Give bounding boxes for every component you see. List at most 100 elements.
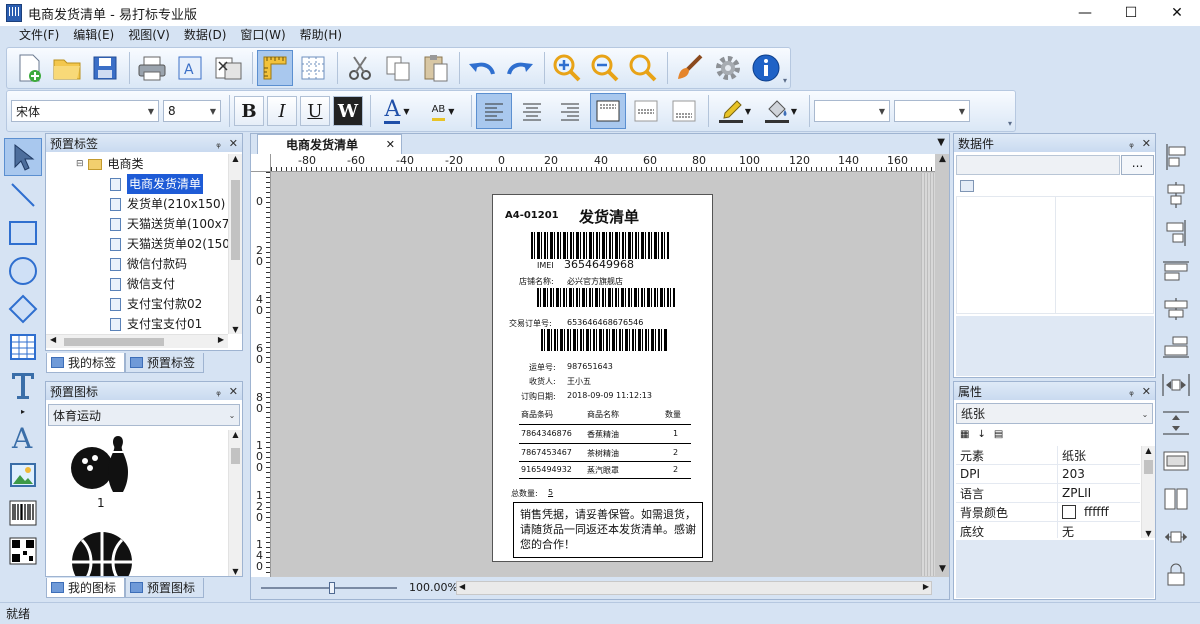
zoom-in-button[interactable]	[549, 50, 585, 86]
line-style-select[interactable]: ▼	[814, 100, 890, 122]
cut-button[interactable]	[342, 50, 378, 86]
tree-item[interactable]: 天猫送货单02(150	[76, 234, 228, 254]
close-icon[interactable]: ✕	[1142, 385, 1151, 398]
maximize-button[interactable]: ☐	[1108, 0, 1154, 26]
align-top-edge-button[interactable]	[1158, 252, 1194, 290]
scroll-up-icon[interactable]: ▲	[1142, 446, 1155, 455]
tree-item[interactable]: 微信支付	[76, 274, 228, 294]
same-width-button[interactable]	[1158, 518, 1194, 556]
undo-button[interactable]	[464, 50, 500, 86]
bold-button[interactable]: B	[234, 96, 264, 126]
collapse-icon[interactable]: ⊟	[76, 154, 84, 174]
text-tool[interactable]	[4, 366, 42, 404]
line-color-button[interactable]: ▼	[713, 93, 757, 129]
minimize-button[interactable]: —	[1062, 0, 1108, 26]
row-name[interactable]: 茶树精油	[587, 448, 619, 459]
pin-icon[interactable]: ᵩ	[1129, 385, 1134, 398]
menu-view[interactable]: 视图(V)	[121, 26, 177, 46]
order-value[interactable]: 653646468676546	[567, 318, 643, 327]
label-code[interactable]: A4-01201	[505, 210, 559, 221]
text-wrap-button[interactable]: W	[333, 96, 363, 126]
align-middle-v-button[interactable]	[1158, 290, 1194, 328]
tab-list-icon[interactable]: ▼	[937, 137, 945, 148]
align-right-edge-button[interactable]	[1158, 214, 1194, 252]
redo-button[interactable]	[502, 50, 538, 86]
vertical-scrollbar[interactable]: ▲ ▼	[1141, 446, 1155, 538]
tree-item[interactable]: 支付宝付款02	[76, 294, 228, 314]
row-qty[interactable]: 1	[673, 429, 678, 438]
scroll-right-icon[interactable]: ▶	[923, 582, 929, 591]
note-box[interactable]: 销售凭据，请妥善保管。如需退货，请随货品一同返还本发货清单。感谢您的合作！	[513, 502, 703, 558]
line-tool[interactable]	[4, 176, 42, 214]
lock-position-button[interactable]	[1158, 556, 1194, 594]
copy-button[interactable]	[380, 50, 416, 86]
scroll-left-icon[interactable]: ◀	[50, 335, 56, 344]
font-color-button[interactable]: A ▼	[375, 93, 419, 129]
menu-edit[interactable]: 编辑(E)	[66, 26, 121, 46]
distribute-h-button[interactable]	[1158, 366, 1194, 404]
ruler-toggle-button[interactable]	[256, 50, 293, 86]
align-center-h-button[interactable]	[1158, 176, 1194, 214]
row-code[interactable]: 9165494932	[521, 465, 572, 474]
select-tool[interactable]	[4, 138, 42, 176]
object-select[interactable]: 纸张 ⌄	[956, 403, 1153, 424]
scroll-thumb[interactable]	[1144, 460, 1153, 474]
more-tools-icon[interactable]: ▸	[4, 404, 42, 418]
order-barcode[interactable]	[541, 329, 667, 351]
document-tab[interactable]: 电商发货清单 ✕	[257, 134, 402, 154]
tree-item[interactable]: 发货单(210x150)	[76, 194, 228, 214]
highlight-color-button[interactable]: AB ▼	[421, 93, 465, 129]
toolbar-overflow-icon[interactable]: ▾	[783, 76, 789, 86]
property-value[interactable]: 无	[1058, 523, 1074, 539]
same-height-button[interactable]	[1158, 480, 1194, 518]
print-preview-button[interactable]: A	[172, 50, 208, 86]
tree-item[interactable]: 天猫送货单(100x7	[76, 214, 228, 234]
scroll-right-icon[interactable]: ▶	[218, 335, 224, 344]
align-center-button[interactable]	[514, 93, 550, 129]
pin-icon[interactable]: ᵩ	[1129, 137, 1134, 150]
new-file-button[interactable]	[11, 50, 47, 86]
basketball-icon[interactable]	[70, 530, 136, 576]
close-icon[interactable]: ✕	[229, 137, 238, 150]
close-icon[interactable]: ✕	[229, 385, 238, 398]
receiver-value[interactable]: 王小五	[567, 376, 591, 387]
grid-toggle-button[interactable]	[295, 50, 331, 86]
ellipse-tool[interactable]	[4, 252, 42, 290]
pin-icon[interactable]: ᵩ	[216, 385, 221, 398]
close-tab-icon[interactable]: ✕	[386, 138, 395, 151]
datasource-input[interactable]	[956, 155, 1120, 175]
scroll-up-icon[interactable]: ▲	[229, 154, 242, 163]
label-sheet[interactable]: A4-01201 发货清单 IMEI 3654649968 店铺名称: 必兴官方…	[492, 194, 713, 562]
property-row[interactable]: 背景颜色 ffffff	[956, 503, 1140, 522]
tree-item[interactable]: 支付宝支付01	[76, 314, 228, 334]
property-value[interactable]: 203	[1058, 467, 1085, 481]
print-button[interactable]	[134, 50, 170, 86]
shop-value[interactable]: 必兴官方旗舰店	[567, 276, 623, 287]
shop-barcode[interactable]	[537, 288, 675, 307]
valign-middle-button[interactable]	[628, 93, 664, 129]
qrcode-tool[interactable]	[4, 532, 42, 570]
property-row[interactable]: 底纹无	[956, 522, 1140, 538]
distribute-v-button[interactable]	[1158, 404, 1194, 442]
row-qty[interactable]: 2	[673, 448, 678, 457]
label-title[interactable]: 发货清单	[579, 206, 639, 227]
property-row[interactable]: DPI 203	[956, 465, 1140, 484]
close-icon[interactable]: ✕	[1142, 137, 1151, 150]
batch-print-button[interactable]	[210, 50, 246, 86]
toolbar-overflow-icon[interactable]: ▾	[1008, 119, 1014, 129]
font-size-select[interactable]: 8 ▼	[163, 100, 221, 122]
diamond-tool[interactable]	[4, 290, 42, 328]
align-bottom-edge-button[interactable]	[1158, 328, 1194, 366]
close-button[interactable]: ✕	[1154, 0, 1200, 26]
date-value[interactable]: 2018-09-09 11:12:13	[567, 391, 652, 400]
waybill-value[interactable]: 987651643	[567, 362, 613, 371]
property-row[interactable]: 语言 ZPLII	[956, 484, 1140, 503]
vertical-scrollbar[interactable]	[921, 173, 935, 576]
row-code[interactable]: 7867453467	[521, 448, 572, 457]
open-button[interactable]	[49, 50, 85, 86]
tab-preset-icons[interactable]: 预置图标	[125, 578, 205, 598]
color-swatch[interactable]	[1062, 505, 1076, 519]
browse-button[interactable]: ...	[1121, 155, 1154, 175]
menu-file[interactable]: 文件(F)	[12, 26, 66, 46]
scroll-thumb[interactable]	[64, 338, 164, 346]
